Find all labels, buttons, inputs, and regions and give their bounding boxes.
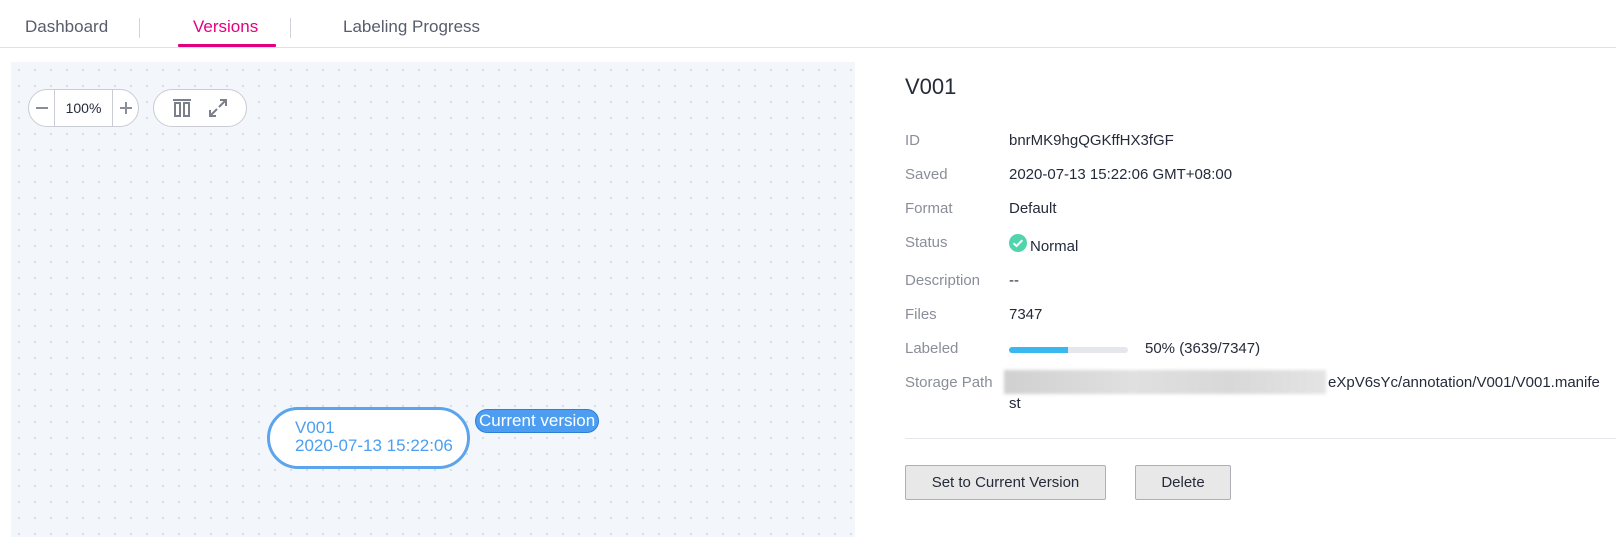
field-value: -- bbox=[1009, 272, 1019, 289]
version-node-name: V001 bbox=[295, 418, 335, 437]
align-top-icon bbox=[173, 99, 191, 117]
field-value: 2020-07-13 15:22:06 GMT+08:00 bbox=[1009, 166, 1233, 183]
field-value: Default bbox=[1009, 200, 1057, 217]
fullscreen-button[interactable] bbox=[205, 95, 231, 121]
field-label: Files bbox=[905, 306, 937, 323]
field-label: Storage Path bbox=[905, 374, 993, 391]
align-top-button[interactable] bbox=[169, 95, 195, 121]
version-graph-canvas[interactable]: 100% V001 2020-07-13 15:22:06 Current ve… bbox=[11, 62, 855, 537]
tab-separator bbox=[139, 18, 140, 38]
delete-button[interactable]: Delete bbox=[1135, 465, 1231, 500]
field-label: Labeled bbox=[905, 340, 959, 357]
current-version-badge: Current version bbox=[475, 409, 600, 433]
view-tools bbox=[153, 89, 247, 127]
labeled-progress-text: 50% (3639/7347) bbox=[1145, 340, 1261, 357]
set-current-version-button[interactable]: Set to Current Version bbox=[905, 465, 1106, 500]
status-text: Normal bbox=[1030, 238, 1079, 255]
labeled-progress-bar bbox=[1009, 347, 1128, 353]
storage-path-value: eXpV6sYc/annotation/V001/V001.manife bbox=[1328, 374, 1600, 391]
expand-icon bbox=[209, 99, 227, 117]
version-details-panel: V001 ID bnrMK9hgQGKffHX3fGF Saved 2020-0… bbox=[905, 0, 1616, 537]
redacted-path-segment bbox=[1004, 370, 1326, 394]
active-tab-indicator bbox=[178, 44, 276, 47]
field-label: Status bbox=[905, 234, 948, 251]
zoom-in-button[interactable] bbox=[113, 90, 138, 126]
minus-icon bbox=[35, 107, 48, 109]
labeled-progress-fill bbox=[1009, 347, 1068, 353]
field-value: bnrMK9hgQGKffHX3fGF bbox=[1009, 132, 1174, 149]
status-value: Normal bbox=[1009, 234, 1079, 255]
field-label: Description bbox=[905, 272, 981, 289]
field-label: Format bbox=[905, 200, 953, 217]
version-title: V001 bbox=[905, 74, 957, 99]
tab-versions[interactable]: Versions bbox=[193, 17, 258, 37]
check-circle-icon bbox=[1009, 234, 1027, 252]
field-value: 7347 bbox=[1009, 306, 1043, 323]
storage-path-wrap: st bbox=[1009, 395, 1021, 412]
zoom-level: 100% bbox=[54, 90, 113, 126]
version-node-time: 2020-07-13 15:22:06 bbox=[295, 436, 453, 455]
tab-labeling-progress[interactable]: Labeling Progress bbox=[343, 17, 480, 37]
field-label: Saved bbox=[905, 166, 948, 183]
zoom-control: 100% bbox=[28, 89, 139, 127]
section-divider bbox=[905, 438, 1616, 439]
plus-icon bbox=[119, 102, 132, 114]
zoom-out-button[interactable] bbox=[29, 90, 54, 126]
tab-separator bbox=[290, 18, 291, 38]
field-label: ID bbox=[905, 132, 920, 149]
version-node-v001[interactable]: V001 2020-07-13 15:22:06 bbox=[267, 407, 470, 469]
tab-dashboard[interactable]: Dashboard bbox=[25, 17, 108, 37]
